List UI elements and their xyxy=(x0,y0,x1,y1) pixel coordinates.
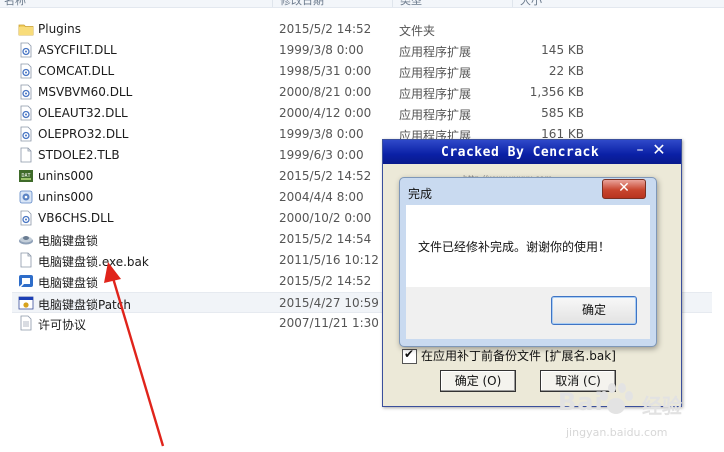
file-name: OLEPRO32.DLL xyxy=(38,127,129,141)
file-name: unins000 xyxy=(38,169,94,183)
file-icon xyxy=(18,252,34,268)
file-date: 2007/11/21 1:30 xyxy=(279,316,379,330)
backup-label: 在应用补丁前备份文件 [扩展名.bak] xyxy=(421,349,616,363)
check-icon: ✔ xyxy=(404,347,415,361)
watermark-suffix: 经验 xyxy=(642,394,682,418)
file-type: 文件夹 xyxy=(399,24,436,38)
column-name-header[interactable]: 名称 xyxy=(4,0,26,7)
file-row[interactable]: OLEAUT32.DLL 2000/4/12 0:00 应用程序扩展 585 KB xyxy=(12,103,712,124)
message-box-title: 完成 xyxy=(408,187,433,201)
file-type: 应用程序扩展 xyxy=(399,66,472,80)
file-date: 2004/4/4 8:00 xyxy=(279,190,364,204)
file-name: ASYCFILT.DLL xyxy=(38,43,117,57)
message-close-button[interactable]: ✕ xyxy=(602,179,646,199)
file-size: 22 KB xyxy=(548,64,584,78)
message-box: 完成 ✕ 文件已经修补完成。谢谢你的使用！ 确定 xyxy=(399,177,657,347)
column-date-header[interactable]: 修改日期 xyxy=(280,0,324,7)
column-size-header[interactable]: 大小 xyxy=(520,0,542,7)
column-divider[interactable] xyxy=(272,0,273,7)
patch-icon xyxy=(18,295,34,311)
file-type: 应用程序扩展 xyxy=(399,108,472,122)
file-date: 2015/5/2 14:52 xyxy=(279,169,372,183)
file-name: 电脑键盘锁 xyxy=(38,234,99,248)
folder-icon xyxy=(18,21,34,37)
close-icon: ✕ xyxy=(618,180,630,196)
file-row[interactable]: COMCAT.DLL 1998/5/31 0:00 应用程序扩展 22 KB xyxy=(12,61,712,82)
file-name: STDOLE2.TLB xyxy=(38,148,120,162)
dll-icon xyxy=(18,126,34,142)
file-date: 1999/3/8 0:00 xyxy=(279,43,364,57)
file-date: 2000/8/21 0:00 xyxy=(279,85,372,99)
column-type-header[interactable]: 类型 xyxy=(400,0,422,7)
file-date: 2015/5/2 14:54 xyxy=(279,232,372,246)
file-name: Plugins xyxy=(38,22,81,36)
file-name: COMCAT.DLL xyxy=(38,64,115,78)
message-text: 文件已经修补完成。谢谢你的使用！ xyxy=(418,240,611,254)
file-date: 2015/5/2 14:52 xyxy=(279,22,372,36)
close-icon[interactable]: ✕ xyxy=(651,142,667,159)
file-row[interactable]: MSVBVM60.DLL 2000/8/21 0:00 应用程序扩展 1,356 KB xyxy=(12,82,712,103)
message-footer: 确定 xyxy=(406,287,650,339)
dll-icon xyxy=(18,105,34,121)
crack-window-titlebar[interactable]: Cracked By Cencrack – ✕ xyxy=(383,140,681,164)
dll-icon xyxy=(18,210,34,226)
dat-icon: DAT xyxy=(18,168,34,184)
paw-icon xyxy=(600,383,633,414)
file-row[interactable]: Plugins 2015/5/2 14:52 文件夹 xyxy=(12,19,712,40)
file-date: 1998/5/31 0:00 xyxy=(279,64,372,78)
text-doc-icon xyxy=(18,315,34,331)
file-icon xyxy=(18,147,34,163)
watermark: Bai 经验 jingyan.baidu.com xyxy=(552,383,722,448)
dll-icon xyxy=(18,42,34,58)
file-date: 1999/3/8 0:00 xyxy=(279,127,364,141)
backup-checkbox[interactable]: ✔ xyxy=(402,347,417,364)
column-header: 名称 修改日期 类型 大小 xyxy=(0,0,724,8)
file-date: 2011/5/16 10:12 xyxy=(279,253,379,267)
file-name: 许可协议 xyxy=(38,318,87,332)
dll-icon xyxy=(18,84,34,100)
file-name: VB6CHS.DLL xyxy=(38,211,114,225)
dll-icon xyxy=(18,63,34,79)
keyboard-app-icon xyxy=(18,231,34,247)
message-ok-button[interactable]: 确定 xyxy=(551,296,637,325)
column-divider[interactable] xyxy=(512,0,513,7)
file-name: 电脑键盘锁 xyxy=(38,276,99,290)
file-type: 应用程序扩展 xyxy=(399,45,472,59)
file-name: 电脑键盘锁.exe.bak xyxy=(38,255,149,269)
file-size: 585 KB xyxy=(541,106,584,120)
file-name: OLEAUT32.DLL xyxy=(38,106,128,120)
file-date: 2015/4/27 10:59 xyxy=(279,296,379,310)
crack-window-title: Cracked By Cencrack xyxy=(441,145,600,160)
file-size: 1,356 KB xyxy=(529,85,584,99)
file-date: 2015/5/2 14:52 xyxy=(279,274,372,288)
file-date: 1999/6/3 0:00 xyxy=(279,148,364,162)
minimize-icon[interactable]: – xyxy=(633,143,647,158)
file-name: MSVBVM60.DLL xyxy=(38,85,133,99)
uninstall-icon xyxy=(18,189,34,205)
file-row[interactable]: ASYCFILT.DLL 1999/3/8 0:00 应用程序扩展 145 KB xyxy=(12,40,712,61)
watermark-url: jingyan.baidu.com xyxy=(566,426,668,439)
file-name: 电脑键盘锁Patch xyxy=(38,298,131,312)
file-name: unins000 xyxy=(38,190,94,204)
file-date: 2000/10/2 0:00 xyxy=(279,211,372,225)
message-body: 文件已经修补完成。谢谢你的使用！ xyxy=(406,205,650,287)
column-divider[interactable] xyxy=(392,0,393,7)
file-size: 145 KB xyxy=(541,43,584,57)
shortcut-icon xyxy=(18,273,34,289)
file-date: 2000/4/12 0:00 xyxy=(279,106,372,120)
file-type: 应用程序扩展 xyxy=(399,87,472,101)
ok-button[interactable]: 确定 (O) xyxy=(440,370,516,392)
